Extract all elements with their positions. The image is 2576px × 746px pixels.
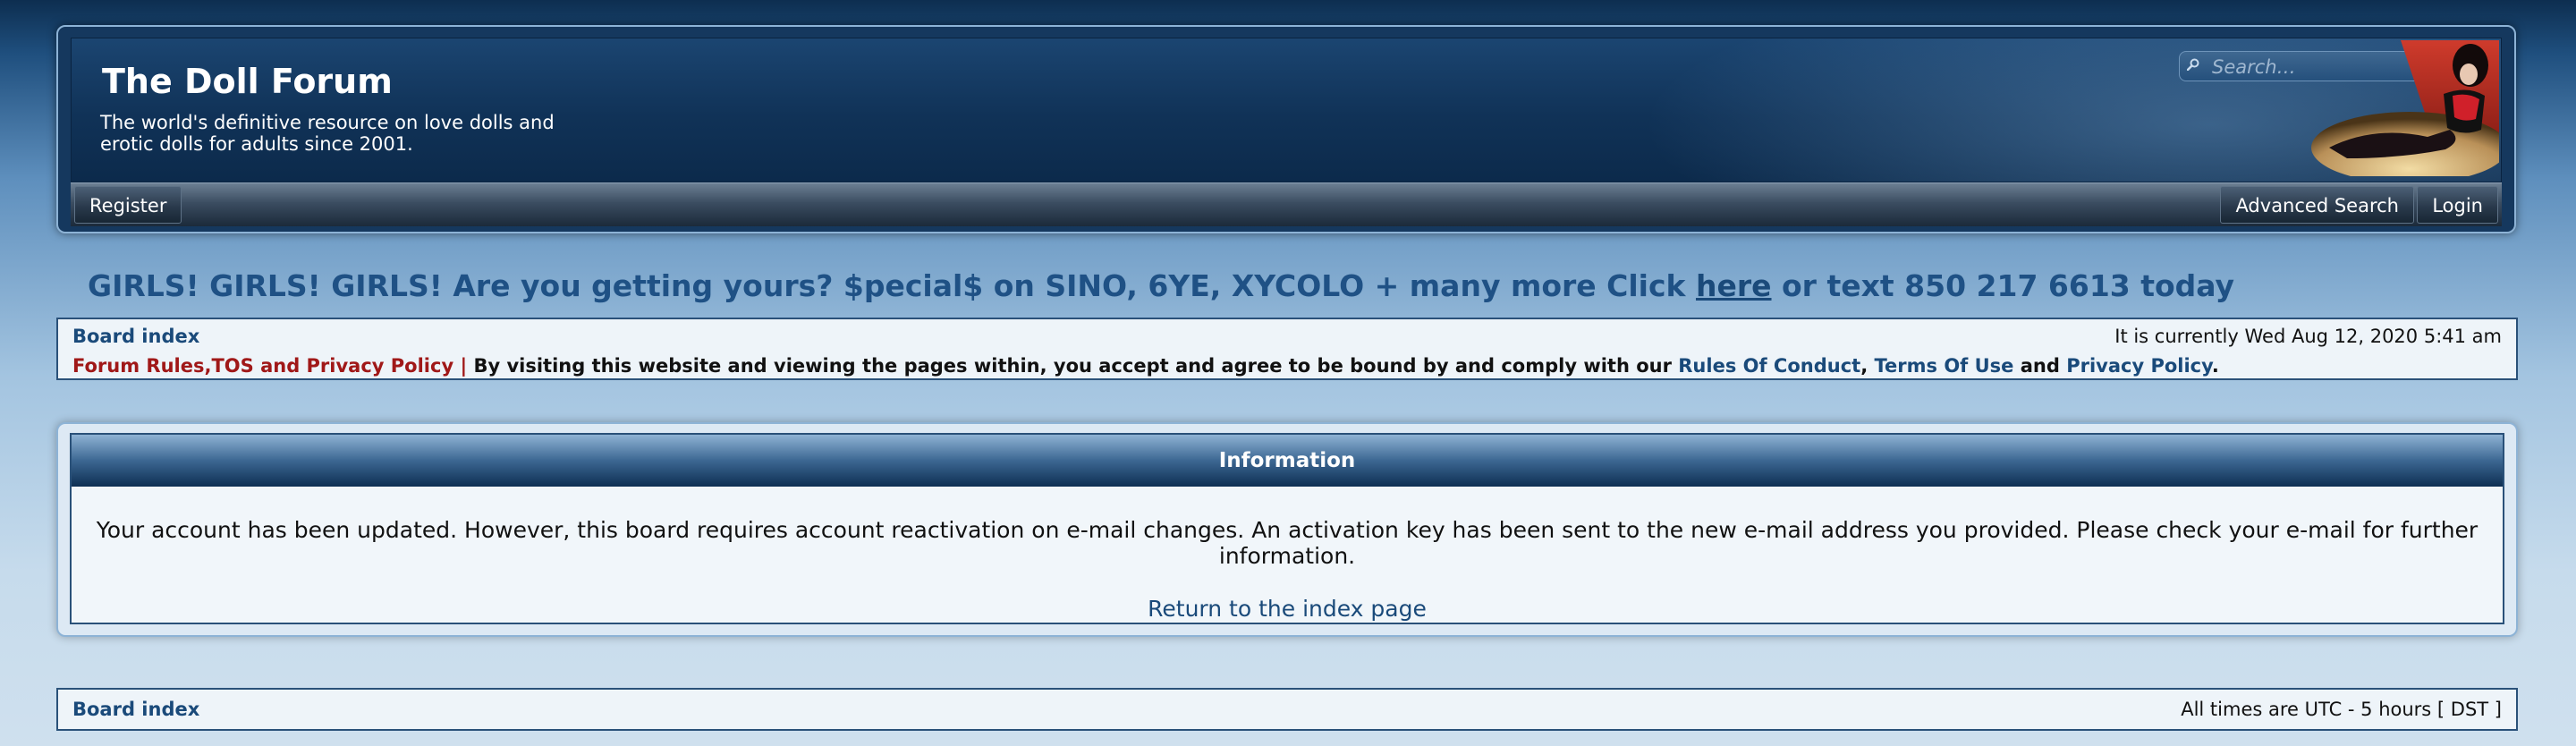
board-index-link[interactable]: Board index	[72, 326, 199, 347]
current-time: It is currently Wed Aug 12, 2020 5:41 am	[2114, 326, 2502, 347]
announcement-text: GIRLS! GIRLS! GIRLS! Are you getting you…	[88, 268, 1696, 303]
site-title[interactable]: The Doll Forum	[102, 62, 393, 101]
breadcrumb-bottom: Board index All times are UTC - 5 hours …	[56, 688, 2518, 731]
rules-text: By visiting this website and viewing the…	[473, 355, 1679, 377]
doll-photo	[2293, 40, 2499, 176]
information-panel: Information Your account has been update…	[56, 422, 2518, 637]
site-description: The world's definitive resource on love …	[100, 112, 555, 155]
announcement-here-link[interactable]: here	[1696, 268, 1772, 303]
rules-comma: ,	[1860, 355, 1875, 377]
announcement-banner: GIRLS! GIRLS! GIRLS! Are you getting you…	[88, 268, 2234, 303]
advanced-search-button[interactable]: Advanced Search	[2220, 186, 2414, 224]
information-box: Information Your account has been update…	[70, 433, 2504, 624]
register-button[interactable]: Register	[74, 186, 182, 224]
rules-of-conduct-link[interactable]: Rules Of Conduct	[1678, 355, 1860, 377]
board-index-link-bottom[interactable]: Board index	[72, 699, 199, 720]
search-icon[interactable]	[2187, 58, 2199, 71]
header-banner: The Doll Forum The world's definitive re…	[71, 38, 2502, 182]
rules-separator: |	[453, 355, 474, 377]
terms-of-use-link[interactable]: Terms Of Use	[1875, 355, 2014, 377]
privacy-policy-link[interactable]: Privacy Policy	[2066, 355, 2212, 377]
return-index-link[interactable]: Return to the index page	[1148, 596, 1427, 622]
breadcrumb-top: Board index It is currently Wed Aug 12, …	[56, 318, 2518, 380]
login-button[interactable]: Login	[2417, 186, 2498, 224]
return-row: Return to the index page	[72, 596, 2503, 622]
nav-bar: Register Advanced Search Login	[71, 182, 2502, 226]
rules-period: .	[2211, 355, 2219, 377]
information-title: Information	[72, 435, 2503, 487]
timezone-info: All times are UTC - 5 hours [ DST ]	[2181, 699, 2502, 720]
forum-rules-link[interactable]: Forum Rules,TOS and Privacy Policy	[72, 355, 453, 377]
information-message: Your account has been updated. However, …	[96, 517, 2479, 569]
rules-line: Forum Rules,TOS and Privacy Policy | By …	[72, 355, 2219, 377]
announcement-text-after: or text 850 217 6613 today	[1771, 268, 2235, 303]
header: The Doll Forum The world's definitive re…	[56, 25, 2516, 233]
rules-and: and	[2013, 355, 2067, 377]
